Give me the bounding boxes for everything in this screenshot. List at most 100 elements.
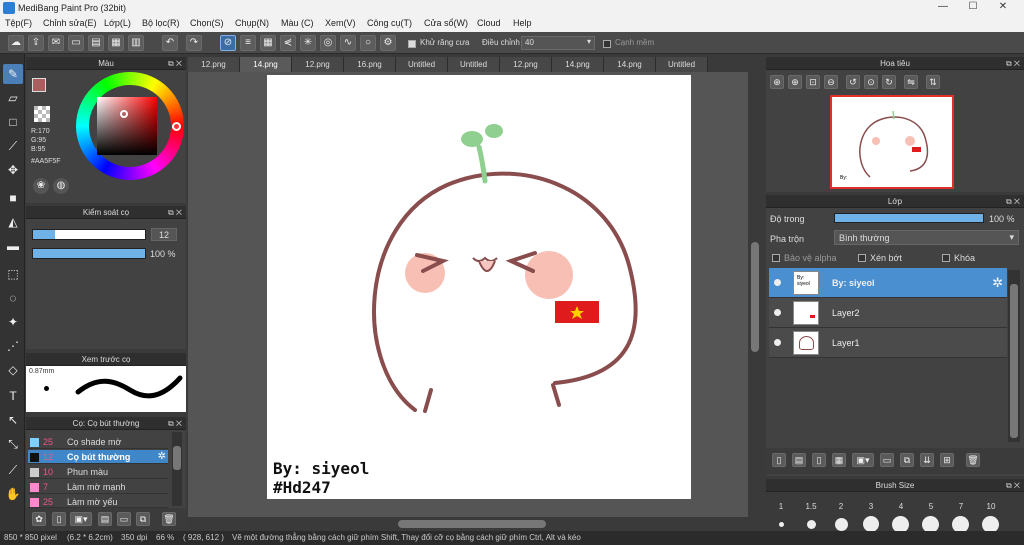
brush-item[interactable]: 25 Làm mờ yếu <box>28 495 168 508</box>
close-button[interactable]: ✕ <box>992 0 1014 14</box>
add-brush-icon[interactable]: ✿ <box>32 512 46 526</box>
panels-icon[interactable]: ▥ <box>128 35 144 51</box>
eye-icon[interactable] <box>774 309 781 316</box>
document-tab[interactable]: Untitled <box>656 57 708 72</box>
operation-tool-icon[interactable]: ↖ <box>3 410 23 430</box>
document-tab[interactable]: 16.png <box>344 57 396 72</box>
protect-alpha-checkbox[interactable] <box>772 254 780 262</box>
eraser-tool-icon[interactable]: ▱ <box>3 88 23 108</box>
horizontal-scroll-thumb[interactable] <box>398 520 546 528</box>
merge-down-icon[interactable]: ⇊ <box>920 453 934 467</box>
clipping-checkbox[interactable] <box>858 254 866 262</box>
circle-snap-icon[interactable]: ○ <box>360 35 376 51</box>
gear-icon[interactable]: ✲ <box>158 451 166 462</box>
brush-item-selected[interactable]: 12 Cọ bút thường ✲ <box>28 450 168 464</box>
menu-tools[interactable]: Công cụ(T) <box>367 18 412 28</box>
layer-row[interactable]: Layer1 <box>769 328 1007 358</box>
brush-size-label[interactable]: 7 <box>946 502 976 511</box>
new-1bit-layer-icon[interactable]: ▯ <box>812 453 826 467</box>
rectangle-tool-icon[interactable]: ■ <box>3 188 23 208</box>
menu-select[interactable]: Chọn(S) <box>190 18 224 28</box>
eye-icon[interactable] <box>774 279 781 286</box>
fit-icon[interactable]: ⊡ <box>806 75 820 89</box>
snap-off-icon[interactable]: ⊘ <box>220 35 236 51</box>
new-8bit-layer-icon[interactable]: ▤ <box>792 453 806 467</box>
transparent-swatch[interactable] <box>34 106 50 122</box>
select-pen-icon[interactable]: ⋰ <box>3 336 23 356</box>
undo-icon[interactable]: ↶ <box>162 35 178 51</box>
document-tab-active[interactable]: 14.png <box>240 57 292 72</box>
magic-wand-icon[interactable]: ✦ <box>3 312 23 332</box>
new-brush-icon[interactable]: ▯ <box>52 512 66 526</box>
reset-view-icon[interactable]: ⊙ <box>864 75 878 89</box>
halftone-layer-icon[interactable]: ▦ <box>832 453 846 467</box>
new-layer-icon[interactable]: ▯ <box>772 453 786 467</box>
line-tool-icon[interactable]: ⟋ <box>3 136 23 156</box>
zoom-icon[interactable]: ⊕ <box>788 75 802 89</box>
gradient-tool-icon[interactable]: ▬ <box>3 236 23 256</box>
sv-cursor[interactable] <box>120 110 128 118</box>
menu-cloud[interactable]: Cloud <box>477 18 501 28</box>
snap-settings-icon[interactable]: ⚙ <box>380 35 396 51</box>
divide-tool-icon[interactable]: ⤡ <box>3 434 23 454</box>
brush-item[interactable]: 25 Cọ shade mờ <box>28 435 168 449</box>
menu-view[interactable]: Xem(V) <box>325 18 356 28</box>
grid-page-icon[interactable]: ▦ <box>108 35 124 51</box>
panel-close-icon[interactable]: ⧉ ✕ <box>168 206 182 219</box>
minimize-button[interactable]: — <box>932 0 954 14</box>
document-tab[interactable]: 14.png <box>604 57 656 72</box>
soft-edge-checkbox[interactable] <box>603 40 611 48</box>
layer-opacity-slider[interactable] <box>834 213 984 223</box>
panel-close-icon[interactable]: ⧉ ✕ <box>168 417 182 430</box>
brush-size-label[interactable]: 4 <box>886 502 916 511</box>
brush-size-label[interactable]: 5 <box>916 502 946 511</box>
eye-icon[interactable] <box>774 339 781 346</box>
copy-icon[interactable]: ⧉ <box>136 512 150 526</box>
folder-icon[interactable]: ▭ <box>880 453 894 467</box>
color-history-icon[interactable]: ◍ <box>53 178 69 194</box>
document-tab[interactable]: Untitled <box>396 57 448 72</box>
comment-icon[interactable]: ✉ <box>48 35 64 51</box>
brush-size-dot[interactable] <box>863 516 879 532</box>
curve-snap-icon[interactable]: ∿ <box>340 35 356 51</box>
panel-close-icon[interactable]: ⧉ ✕ <box>168 57 182 70</box>
navigator-thumbnail[interactable]: By: <box>830 95 954 189</box>
hue-cursor[interactable] <box>172 122 181 131</box>
flip-icon[interactable]: ⇋ <box>904 75 918 89</box>
layer-row-selected[interactable]: By: siyeol By: siyeol ✲ <box>769 268 1007 298</box>
add-layer-menu-icon[interactable]: ▣▾ <box>852 453 874 467</box>
brush-size-slider[interactable] <box>32 229 146 240</box>
brush-size-label[interactable]: 1 <box>766 502 796 511</box>
radial-snap-icon[interactable]: ✳ <box>300 35 316 51</box>
text-tool-icon[interactable]: T <box>3 386 23 406</box>
horizontal-scrollbar[interactable] <box>188 517 748 531</box>
brush-list-scrollbar[interactable] <box>172 432 182 506</box>
document-tab[interactable]: Untitled <box>448 57 500 72</box>
brush-size-label[interactable]: 1.5 <box>796 502 826 511</box>
brush-size-label[interactable]: 3 <box>856 502 886 511</box>
brush-item[interactable]: 10 Phun màu <box>28 465 168 479</box>
layer-scrollbar[interactable] <box>1008 270 1020 442</box>
menu-window[interactable]: Cửa sổ(W) <box>424 18 468 28</box>
maximize-button[interactable]: ☐ <box>962 0 984 14</box>
merge-menu-icon[interactable]: ⊞ <box>940 453 954 467</box>
menu-file[interactable]: Tệp(F) <box>5 18 32 28</box>
canvas-paper[interactable]: By: siyeol #Hd247 <box>267 75 691 499</box>
grid-snap-icon[interactable]: ▦ <box>260 35 276 51</box>
parallel-snap-icon[interactable]: ≡ <box>240 35 256 51</box>
redo-icon[interactable]: ↷ <box>186 35 202 51</box>
perspective-snap-icon[interactable]: ⋞ <box>280 35 296 51</box>
zoom-out-icon[interactable]: ⊖ <box>824 75 838 89</box>
rotate-left-icon[interactable]: ↺ <box>846 75 860 89</box>
brush-size-input[interactable]: 12 <box>151 228 177 241</box>
share-icon[interactable]: ⇪ <box>28 35 44 51</box>
adjust-select[interactable]: 40 ▾ <box>521 36 595 50</box>
document-tab[interactable]: 14.png <box>552 57 604 72</box>
eyedropper-icon[interactable]: ⟋ <box>3 460 23 480</box>
primary-color-swatch[interactable] <box>32 78 46 92</box>
brush-item[interactable]: 7 Làm mờ mạnh <box>28 480 168 494</box>
rect-select-icon[interactable]: ⬚ <box>3 264 23 284</box>
layer-row[interactable]: Layer2 <box>769 298 1007 328</box>
document-tab[interactable]: 12.png <box>292 57 344 72</box>
zoom-in-icon[interactable]: ⊕ <box>770 75 784 89</box>
